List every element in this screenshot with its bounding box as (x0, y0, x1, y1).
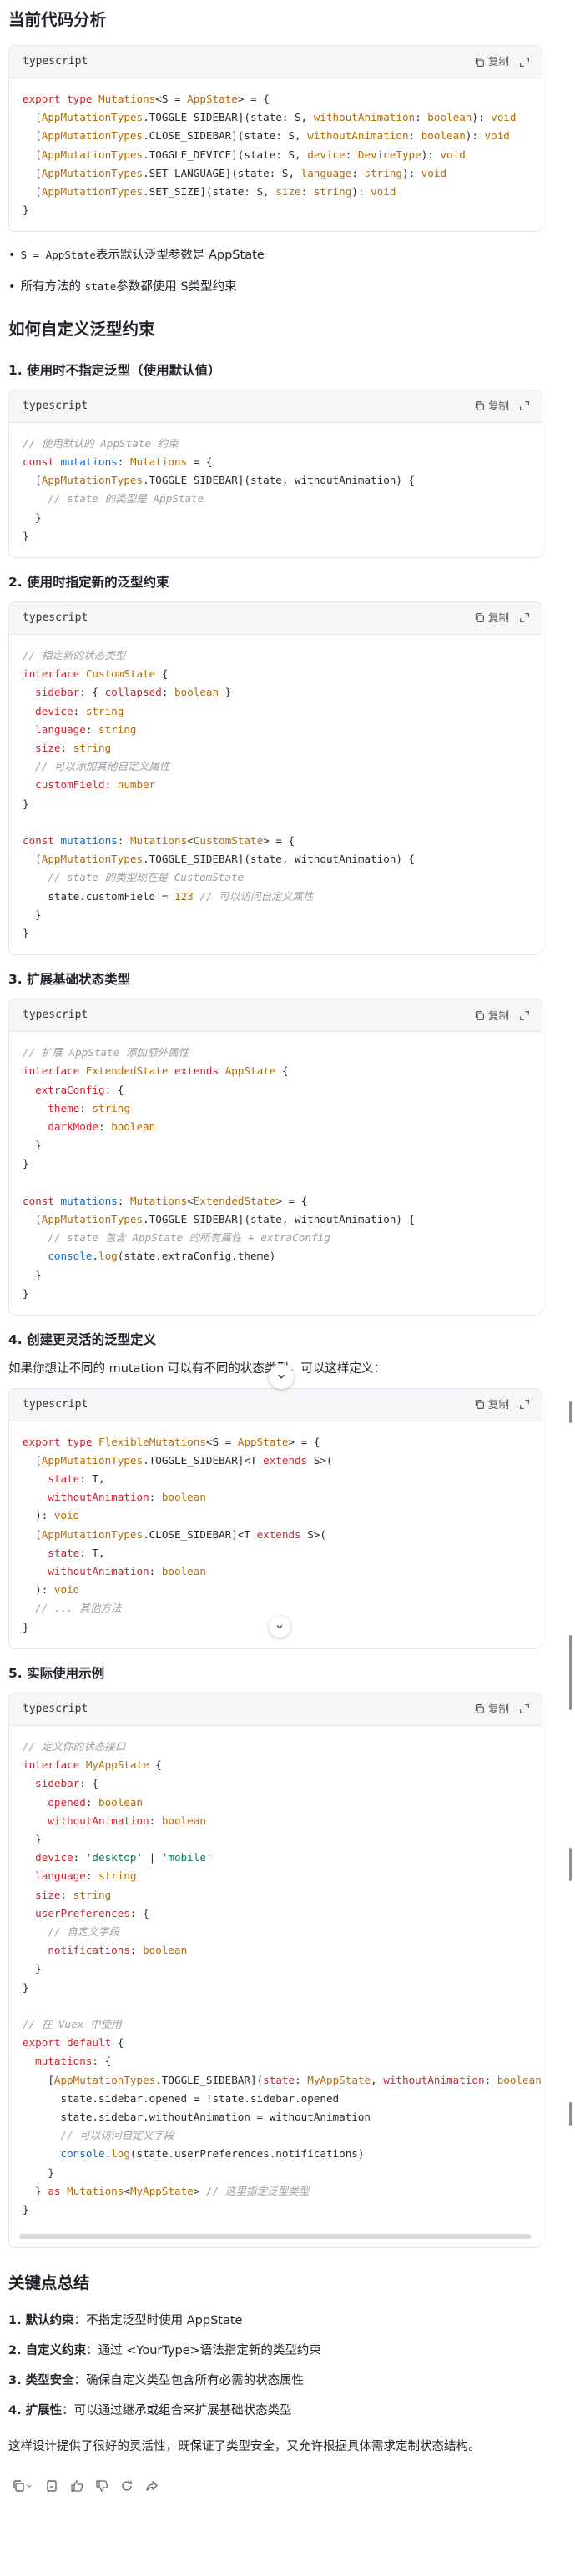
copy-button[interactable]: 复制 (474, 1700, 509, 1718)
copy-icon (475, 613, 484, 623)
copy-icon (475, 1704, 484, 1714)
code-block-example: typescript 复制 // 定义你的状态接口 interface MyAp… (8, 1692, 542, 2249)
subheading-specify: 2. 使用时指定新的泛型约束 (8, 574, 169, 590)
expand-icon (520, 57, 529, 67)
key-point: 3. 类型安全：确保自定义类型包含所有必需的状态属性 (8, 2374, 305, 2388)
copy-label: 复制 (487, 1703, 509, 1716)
copy-button[interactable]: 复制 (474, 53, 509, 70)
chevron-down-icon (27, 2484, 32, 2488)
copy-label: 复制 (487, 1398, 509, 1411)
scroll-indicator[interactable] (569, 1635, 572, 1710)
code-block-mutations-type: typescript 复制 export type Mutations<S = … (8, 45, 542, 233)
code-block-flexible: typescript 复制 export type FlexibleMutati… (8, 1387, 542, 1649)
subheading-example: 5. 实际使用示例 (8, 1665, 105, 1681)
expand-icon (520, 1400, 529, 1410)
code-content: // 相定新的状态类型 interface CustomState { side… (23, 648, 416, 939)
copy-label: 复制 (487, 1009, 509, 1022)
copy-button[interactable]: 复制 (474, 1396, 509, 1413)
code-content: export type FlexibleMutations<S = AppSta… (23, 1435, 333, 1633)
copy-icon (475, 1010, 484, 1020)
key-point: 1. 默认约束：不指定泛型时使用 AppState (8, 2314, 243, 2328)
dislike-button[interactable] (95, 2479, 108, 2493)
copy-label: 复制 (487, 400, 509, 413)
code-header: typescript 复制 (9, 601, 542, 635)
code-content: // 使用默认的 AppState 约束 const mutations: Mu… (23, 436, 416, 542)
chevron-down-icon (278, 1374, 285, 1379)
code-language: typescript (23, 1009, 88, 1022)
code-header: typescript 复制 (9, 999, 542, 1033)
horizontal-scrollbar[interactable] (19, 2234, 532, 2240)
code-content: // 扩展 AppState 添加额外属性 interface Extended… (23, 1046, 416, 1300)
copy-button[interactable]: 复制 (474, 609, 509, 626)
key-points-list: 1. 默认约束：不指定泛型时使用 AppState 2. 自定义约束：通过 <Y… (8, 2310, 542, 2422)
bullet-list: S = AppState表示默认泛型参数是 AppState 所有方法的 sta… (8, 245, 542, 297)
copy-icon (475, 57, 484, 67)
message-actions (8, 2479, 542, 2493)
thumbs-down-icon (96, 2480, 108, 2492)
expand-button[interactable] (519, 400, 530, 411)
code-language: typescript (23, 1397, 88, 1411)
bullet-item: S = AppState表示默认泛型参数是 AppState (8, 245, 542, 266)
expand-icon (520, 401, 529, 411)
copy-icon (475, 401, 484, 411)
copy-icon (13, 2480, 24, 2492)
copy-button[interactable]: 复制 (474, 1007, 509, 1024)
regenerate-button[interactable] (120, 2479, 134, 2493)
code-block-specify: typescript 复制 // 相定新的状态类型 interface Cust… (8, 601, 542, 956)
code-language: typescript (23, 54, 88, 68)
share-icon (146, 2480, 158, 2491)
copy-message-button[interactable] (12, 2479, 33, 2493)
subheading-flexible: 4. 创建更灵活的泛型定义 (8, 1332, 157, 1348)
copy-icon (475, 1400, 484, 1410)
code-header: typescript 复制 (9, 1388, 542, 1421)
code-block-extend: typescript 复制 // 扩展 AppState 添加额外属性 inte… (8, 999, 542, 1316)
subheading-default: 1. 使用时不指定泛型（使用默认值） (8, 362, 221, 378)
copy-label: 复制 (487, 611, 509, 625)
key-point: 2. 自定义约束：通过 <YourType>语法指定新的类型约束 (8, 2344, 321, 2358)
chevron-down-icon (276, 1625, 283, 1629)
scroll-indicator[interactable] (569, 1848, 572, 1881)
scroll-down-button[interactable] (269, 1364, 294, 1389)
expand-button[interactable] (519, 1399, 530, 1410)
key-point: 4. 扩展性：可以通过继承或组合来扩展基础状态类型 (8, 2404, 292, 2418)
code-language: typescript (23, 1702, 88, 1715)
scroll-indicator[interactable] (569, 1401, 572, 1423)
code-language: typescript (23, 611, 88, 624)
copy-label: 复制 (487, 55, 509, 68)
bookmark-icon (47, 2480, 57, 2492)
code-header: typescript 复制 (9, 46, 542, 78)
code-header: typescript 复制 (9, 390, 542, 423)
code-language: typescript (23, 399, 88, 412)
code-block-default: typescript 复制 // 使用默认的 AppState 约束 const… (8, 389, 542, 558)
heading-key-points: 关键点总结 (8, 2273, 90, 2293)
expand-button[interactable] (519, 1010, 530, 1021)
heading-custom-generics: 如何自定义泛型约束 (8, 319, 155, 339)
expand-icon (520, 1010, 529, 1020)
bookmark-button[interactable] (45, 2479, 58, 2493)
like-button[interactable] (70, 2479, 83, 2493)
refresh-icon (122, 2480, 132, 2491)
chat-message: 当前代码分析 typescript 复制 export type Mutatio… (0, 0, 551, 2493)
share-button[interactable] (145, 2479, 159, 2493)
subheading-extend: 3. 扩展基础状态类型 (8, 972, 131, 988)
expand-button[interactable] (519, 1703, 530, 1714)
code-header: typescript 复制 (9, 1693, 542, 1726)
code-content: // 定义你的状态接口 interface MyAppState { sideb… (23, 1739, 542, 2216)
closing-text: 这样设计提供了很好的灵活性，既保证了类型安全，又允许根据具体需求定制状态结构。 (8, 2440, 481, 2454)
expand-icon (520, 1704, 529, 1714)
thumbs-up-icon (71, 2480, 83, 2492)
bullet-item: 所有方法的 state参数都使用 S类型约束 (8, 277, 542, 298)
expand-button[interactable] (519, 57, 530, 68)
expand-icon (520, 613, 529, 623)
copy-button[interactable]: 复制 (474, 397, 509, 415)
expand-button[interactable] (519, 612, 530, 623)
heading-current-code: 当前代码分析 (8, 10, 107, 29)
scroll-down-button[interactable] (269, 1616, 290, 1638)
scroll-indicator[interactable] (569, 2102, 572, 2126)
code-content: export type Mutations<S = AppState> = { … (23, 93, 517, 217)
